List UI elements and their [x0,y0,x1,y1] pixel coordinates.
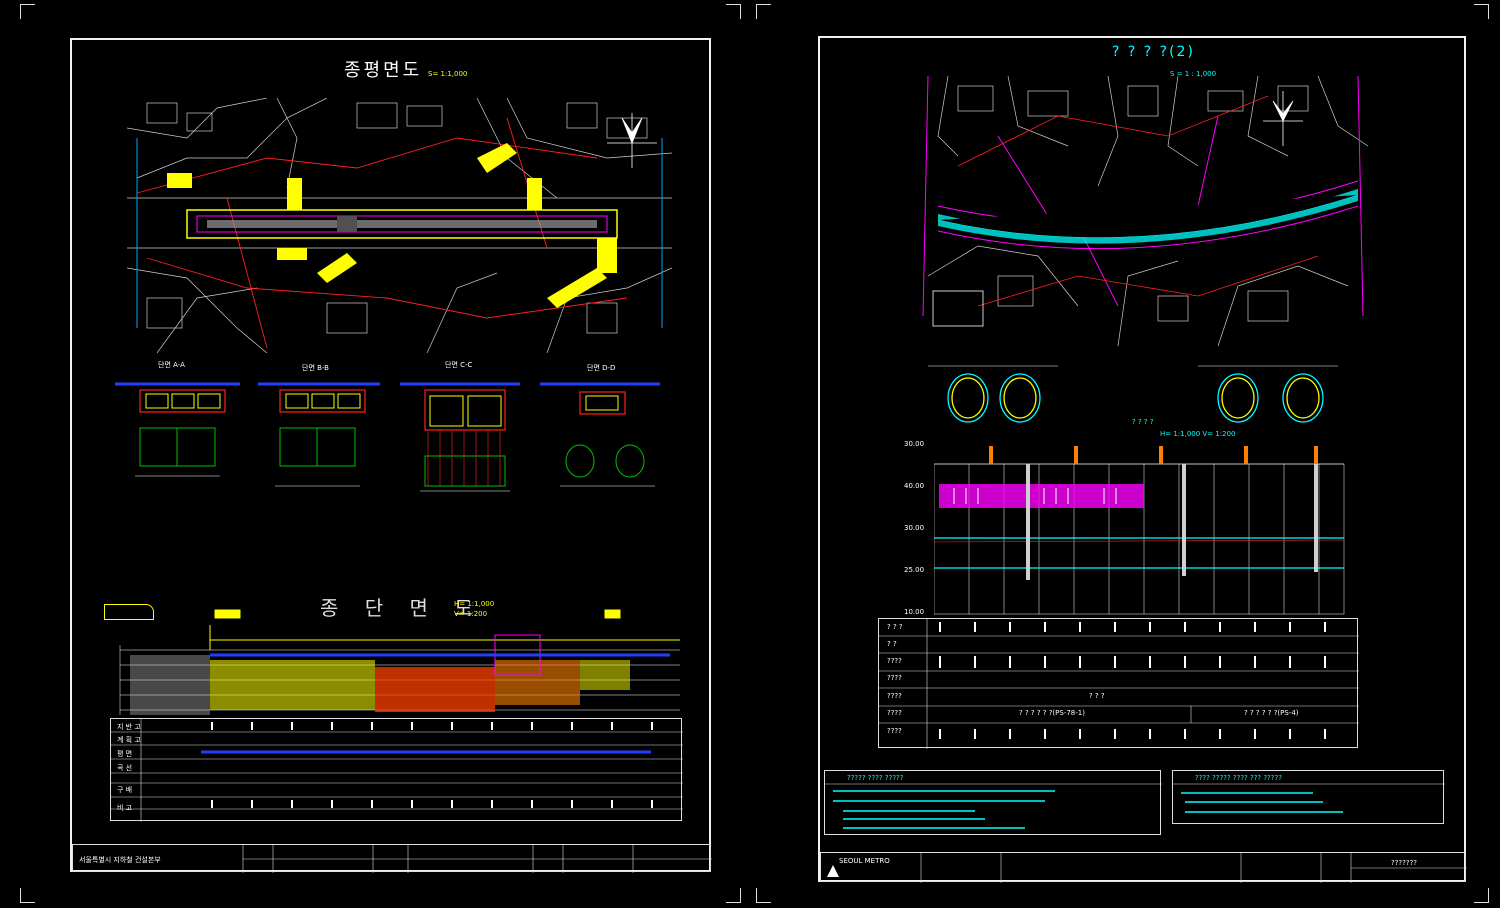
note-box-right[interactable]: ???? ????? ???? ??? ????? [1172,770,1445,824]
left-plan-view[interactable] [127,98,672,353]
plan-scale: S= 1:1,000 [428,70,468,78]
elev-tick: 25.00 [904,566,925,574]
crop-mark-tl-right [756,4,771,19]
right-plan-view[interactable] [918,76,1368,346]
crop-mark-br [1474,888,1489,903]
elev-tick: 40.00 [904,482,925,490]
section-label-c: 단면 C-C [445,361,473,369]
crop-mark-bl [20,888,35,903]
crop-mark-bl-right [756,888,771,903]
profile-table-grid [111,719,683,822]
right-title-block[interactable]: SEOUL METRO ??????? [820,852,1467,883]
elev-tick: 30.00 [904,440,925,448]
right-drawing-sheet[interactable]: ? ? ? ?(2) S = 1 : 1,000 ? ? ? ? H= 1:1,… [818,36,1467,883]
right-data-table[interactable]: ? ? ? ? ? ???? ???? ???? ???? ???? ? ? ?… [878,618,1359,749]
elev-tick: 30.00 [904,524,925,532]
crop-mark-br-left [726,888,741,903]
crop-mark-tr-left [726,4,741,19]
left-profile-table[interactable]: 지 반 고 계 획 고 평 면 곡 선 구 배 비 고 [110,718,683,822]
section-label-d: 단면 D-D [587,364,616,372]
note-left-lines [825,783,1162,829]
titleblock-grid [242,845,712,873]
section-label-b: 단면 B-B [302,364,329,372]
section-label-a: 단면 A-A [158,361,185,369]
crop-mark-tr [1474,4,1489,19]
crop-mark-tl [20,4,35,19]
right-plan-title: ? ? ? ?(2) [1112,44,1195,60]
cross-sections[interactable] [110,376,670,501]
elev-tick: 10.00 [904,608,925,616]
right-profile-view[interactable] [934,442,1354,618]
note-box-left[interactable]: ????? ???? ????? [824,770,1162,835]
right-table-grid [879,619,1359,749]
right-titleblock-grid [827,853,1467,883]
tunnel-cross-sections[interactable] [908,356,1348,436]
note-right-lines [1173,783,1445,813]
right-profile-label: ? ? ? ? [1132,418,1154,426]
right-profile-scale: H= 1:1,000 V= 1:200 [1160,430,1236,438]
plan-title: 종평면도 [344,60,423,81]
left-profile-view[interactable] [110,605,682,720]
left-title-block[interactable]: 서울특별시 지하철 건설본부 [72,844,712,873]
left-drawing-sheet[interactable]: 종평면도 S= 1:1,000 단면 A-A 단면 B-B 단면 C-C 단면 … [70,38,712,873]
